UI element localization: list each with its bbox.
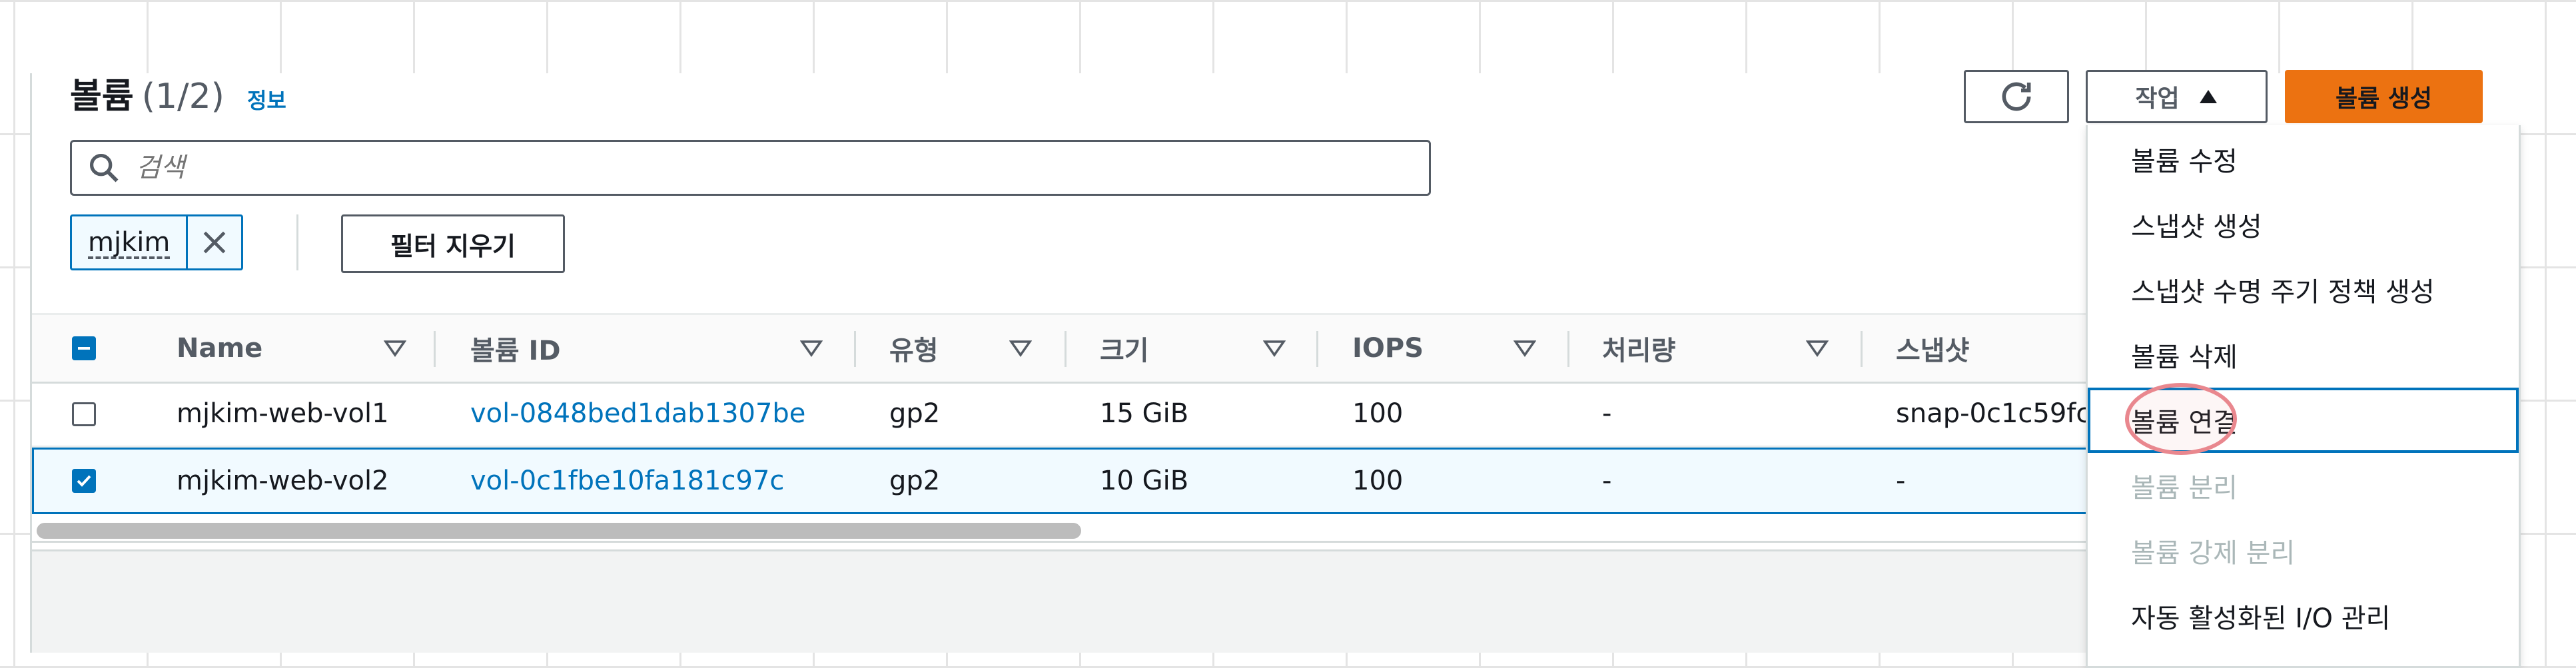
column-header-label: 볼륨 ID: [470, 336, 561, 366]
sort-icon[interactable]: [800, 339, 823, 358]
filter-divider: [296, 214, 298, 270]
click-highlight-marker: [2125, 383, 2237, 455]
filter-token: mjkim: [70, 214, 244, 270]
sort-icon[interactable]: [1263, 339, 1286, 358]
column-header-name[interactable]: Name: [177, 315, 262, 382]
cell-iops: 100: [1352, 466, 1404, 496]
column-header-label: 유형: [889, 336, 939, 366]
search-input[interactable]: [135, 152, 1336, 184]
row-checkbox[interactable]: [72, 402, 96, 426]
column-header-volume-id[interactable]: 볼륨 ID: [470, 315, 561, 382]
actions-button[interactable]: 작업: [2086, 70, 2268, 123]
caret-up-icon: [2199, 90, 2217, 103]
cell-type: gp2: [889, 398, 941, 429]
sort-icon[interactable]: [1806, 339, 1829, 358]
menu-item-manage-auto-enabled-io[interactable]: 자동 활성화된 I/O 관리: [2088, 583, 2519, 649]
column-separator[interactable]: [1567, 331, 1569, 367]
search-bar[interactable]: [70, 140, 1431, 196]
indeterminate-icon: [78, 347, 90, 350]
title-text: 볼륨: [70, 77, 134, 117]
menu-item-create-lifecycle-policy[interactable]: 스냅샷 수명 주기 정책 생성: [2088, 257, 2519, 322]
sort-icon[interactable]: [1009, 339, 1032, 358]
search-icon: [89, 153, 119, 182]
cell-size: 15 GiB: [1100, 398, 1189, 429]
create-volume-button[interactable]: 볼륨 생성: [2285, 70, 2483, 123]
column-header-type[interactable]: 유형: [889, 315, 939, 382]
column-header-size[interactable]: 크기: [1100, 315, 1149, 382]
remove-filter-button[interactable]: [186, 216, 241, 268]
column-header-snapshot[interactable]: 스냅샷: [1896, 315, 1969, 382]
cell-throughput: -: [1602, 398, 1612, 429]
clear-filters-button[interactable]: 필터 지우기: [341, 214, 565, 273]
menu-item-modify-volume[interactable]: 볼륨 수정: [2088, 127, 2519, 192]
selection-count: (1/2): [141, 77, 224, 117]
column-header-iops[interactable]: IOPS: [1352, 315, 1424, 382]
cell-throughput: -: [1602, 466, 1612, 496]
menu-item-create-snapshot[interactable]: 스냅샷 생성: [2088, 192, 2519, 257]
checkmark-icon: [77, 475, 91, 487]
refresh-icon: [2002, 82, 2031, 111]
column-separator[interactable]: [1861, 331, 1863, 367]
filter-token-label: mjkim: [88, 227, 171, 258]
column-header-label: 처리량: [1602, 336, 1676, 366]
cell-name: mjkim-web-vol2: [177, 466, 389, 496]
column-separator[interactable]: [1316, 331, 1318, 367]
cell-volume-id-link[interactable]: vol-0848bed1dab1307be: [470, 381, 805, 446]
column-header-label: 스냅샷: [1896, 336, 1970, 366]
row-checkbox[interactable]: [72, 469, 96, 493]
column-separator[interactable]: [434, 331, 436, 367]
cell-iops: 100: [1352, 398, 1404, 429]
column-header-label: Name: [177, 333, 263, 364]
cell-size: 10 GiB: [1100, 466, 1189, 496]
menu-item-detach-volume: 볼륨 분리: [2131, 473, 2238, 503]
sort-icon[interactable]: [1513, 339, 1536, 358]
sort-icon[interactable]: [384, 339, 406, 358]
actions-label: 작업: [2135, 85, 2180, 113]
cell-type: gp2: [889, 466, 941, 496]
cell-snapshot: snap-0c1c59fc: [1896, 398, 2091, 429]
column-header-throughput[interactable]: 처리량: [1602, 315, 1675, 382]
info-link[interactable]: 정보: [247, 84, 286, 115]
close-icon: [203, 231, 226, 254]
column-header-label: IOPS: [1352, 333, 1424, 364]
scrollbar-track: [32, 541, 2204, 543]
menu-item-delete-volume[interactable]: 볼륨 삭제: [2088, 322, 2519, 388]
menu-item-force-detach-volume: 볼륨 강제 분리: [2131, 538, 2296, 569]
page-title: 볼륨 (1/2) 정보: [70, 68, 286, 118]
table-header: Name 볼륨 ID 유형 크기 IOPS 처리량 스냅샷: [32, 313, 2204, 384]
column-header-label: 크기: [1100, 336, 1149, 366]
column-separator[interactable]: [1065, 331, 1067, 367]
refresh-button[interactable]: [1964, 70, 2069, 123]
select-all-checkbox[interactable]: [72, 336, 96, 360]
cell-snapshot: -: [1896, 466, 1906, 496]
horizontal-scrollbar[interactable]: [37, 523, 1081, 539]
cell-volume-id-link[interactable]: vol-0c1fbe10fa181c97c: [470, 450, 784, 512]
column-separator[interactable]: [854, 331, 856, 367]
cell-name: mjkim-web-vol1: [177, 398, 389, 429]
